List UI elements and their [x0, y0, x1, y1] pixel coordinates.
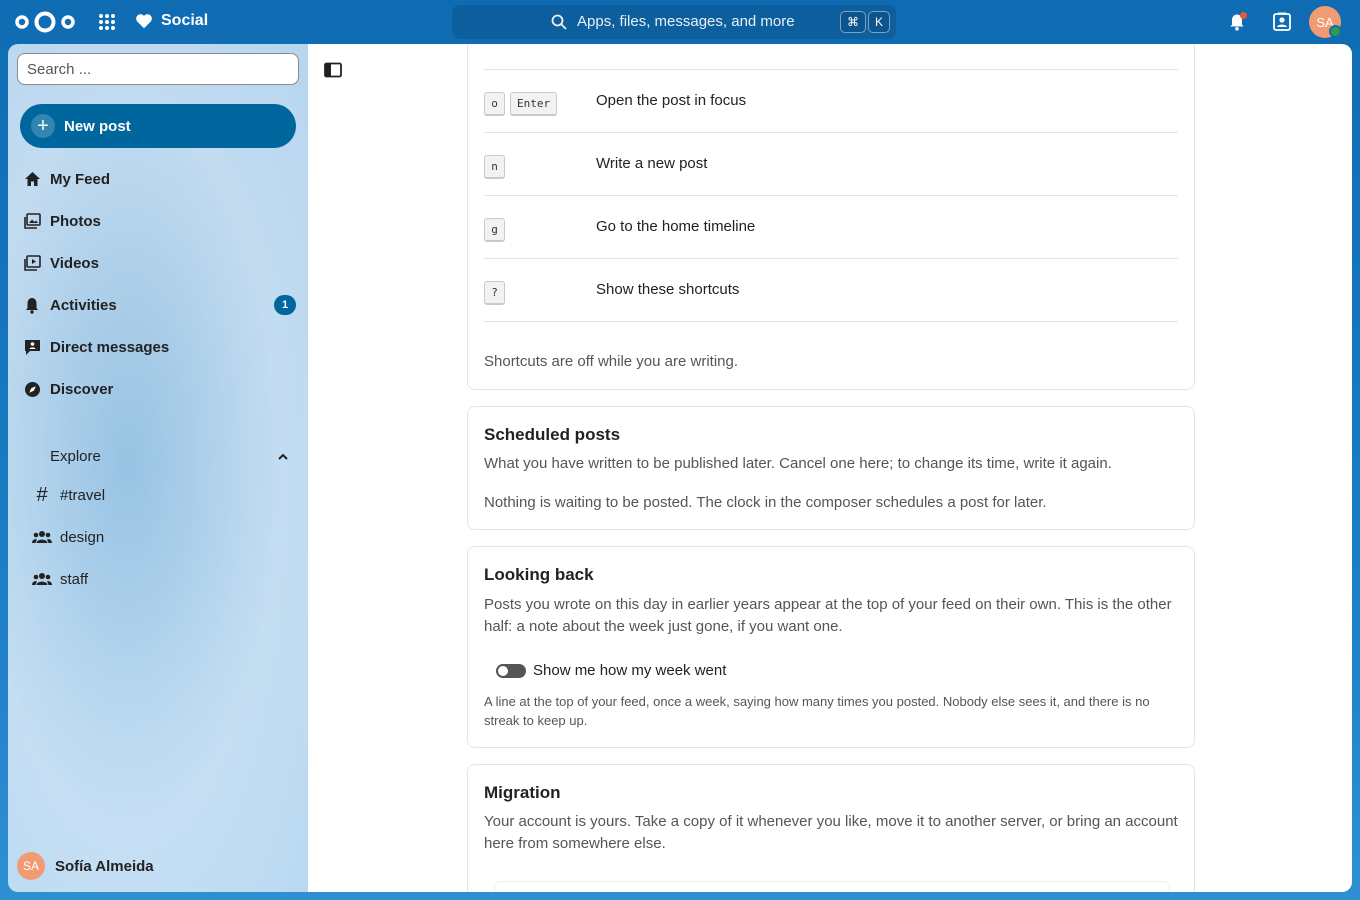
shortcut-row: n Write a new post — [484, 133, 1178, 196]
migration-card: Migration Your account is yours. Take a … — [467, 764, 1195, 892]
compass-icon — [23, 380, 41, 398]
contacts-icon[interactable] — [1272, 12, 1292, 32]
sidebar-item-travel[interactable]: # #travel — [32, 477, 105, 513]
plus-icon: + — [31, 114, 55, 138]
sidebar-item-label: Discover — [50, 380, 114, 398]
activities-count-badge: 1 — [274, 295, 296, 315]
group-icon — [32, 570, 52, 588]
unified-search[interactable]: Apps, files, messages, and more ⌘ K — [452, 5, 896, 39]
sidebar-item-design[interactable]: design — [32, 519, 104, 555]
shortcut-row: ? Show these shortcuts — [484, 259, 1178, 322]
sidebar-search-input[interactable]: Search ... — [17, 53, 299, 85]
shortcut-row: o Enter Open the post in focus — [484, 70, 1178, 133]
notification-dot — [1240, 12, 1247, 19]
sidebar-item-my-feed[interactable]: My Feed — [20, 159, 296, 199]
toggle-label[interactable]: Show me how my week went — [533, 662, 726, 679]
section-description: What you have written to be published la… — [484, 455, 1112, 472]
section-description: Your account is yours. Take a copy of it… — [484, 813, 1178, 852]
sidebar-item-label: staff — [60, 570, 89, 588]
sidebar-item-label: #travel — [60, 486, 106, 504]
bell-icon — [23, 296, 41, 314]
sidebar-item-label: My Feed — [50, 170, 111, 188]
explore-heading[interactable]: Explore — [50, 448, 101, 465]
shortcut-key: o — [484, 92, 505, 116]
shortcut-key: n — [484, 155, 505, 179]
shortcuts-card: o Enter Open the post in focus n Write a… — [467, 44, 1195, 390]
scheduled-posts-card: Scheduled posts What you have written to… — [467, 406, 1195, 530]
new-post-button[interactable]: + New post — [20, 104, 296, 148]
sidebar-item-direct-messages[interactable]: Direct messages — [20, 327, 296, 367]
shortcut-key: g — [484, 218, 505, 242]
hashtag-icon: # — [36, 483, 48, 506]
migration-panel — [494, 881, 1170, 892]
shortcuts-footer: Shortcuts are off while you are writing. — [484, 353, 739, 370]
nextcloud-logo[interactable] — [14, 10, 76, 34]
avatar: SA — [17, 852, 45, 880]
sidebar-item-label: Activities — [50, 296, 117, 314]
section-title: Looking back — [484, 565, 594, 584]
scheduled-empty-message: Nothing is waiting to be posted. The clo… — [484, 494, 1047, 511]
sidebar-item-videos[interactable]: Videos — [20, 243, 296, 283]
sidebar-item-photos[interactable]: Photos — [20, 201, 296, 241]
sidebar-item-label: Photos — [50, 212, 101, 230]
sidebar-item-discover[interactable]: Discover — [20, 369, 296, 409]
heart-icon — [136, 14, 152, 29]
shortcut-row: g Go to the home timeline — [484, 196, 1178, 259]
sidebar-item-label: Direct messages — [50, 338, 170, 356]
profile-name: Sofía Almeida — [55, 857, 154, 875]
unified-search-placeholder: Apps, files, messages, and more — [577, 13, 795, 30]
home-icon — [23, 170, 41, 188]
sidebar-item-staff[interactable]: staff — [32, 561, 88, 597]
shortcut-description: Open the post in focus — [596, 92, 747, 109]
sidebar-item-label: Videos — [50, 254, 99, 272]
sidebar-item-activities[interactable]: Activities 1 — [20, 285, 296, 325]
top-header: Social Apps, files, messages, and more ⌘… — [0, 0, 1360, 44]
section-title: Migration — [484, 783, 561, 802]
sidebar-item-label: design — [60, 528, 105, 546]
week-summary-toggle[interactable] — [496, 664, 526, 678]
looking-back-card: Looking back Posts you wrote on this day… — [467, 546, 1195, 748]
shortcut-description: Write a new post — [596, 155, 708, 172]
shortcut-description: Show these shortcuts — [596, 281, 740, 298]
toggle-hint: A line at the top of your feed, once a w… — [484, 694, 1150, 728]
sidebar-toggle-icon[interactable] — [324, 62, 342, 78]
section-description: Posts you wrote on this day in earlier y… — [484, 596, 1172, 635]
online-status-icon — [1329, 25, 1342, 38]
main-content: o Enter Open the post in focus n Write a… — [308, 44, 1352, 892]
sidebar-profile[interactable]: SA Sofía Almeida — [17, 852, 154, 880]
app-menu-icon[interactable] — [99, 14, 115, 30]
video-icon — [23, 254, 41, 272]
group-icon — [32, 528, 52, 546]
chevron-up-icon[interactable] — [276, 450, 290, 464]
app-name-label: Social — [161, 12, 209, 29]
shortcut-row-partial — [484, 44, 1178, 70]
new-post-label: New post — [64, 117, 131, 135]
search-icon — [551, 14, 567, 30]
shortcut-description: Go to the home timeline — [596, 218, 756, 235]
app-navigation: Search ... + New post My Feed Photos Vid… — [8, 44, 308, 892]
image-icon — [23, 212, 41, 230]
section-title: Scheduled posts — [484, 425, 621, 444]
shortcut-key: Enter — [510, 92, 558, 116]
message-icon — [23, 338, 41, 356]
shortcut-key: ? — [484, 281, 505, 305]
shortcut-key-k: K — [868, 11, 891, 33]
current-app[interactable]: Social — [135, 12, 208, 30]
shortcut-key-cmd: ⌘ — [840, 11, 866, 33]
